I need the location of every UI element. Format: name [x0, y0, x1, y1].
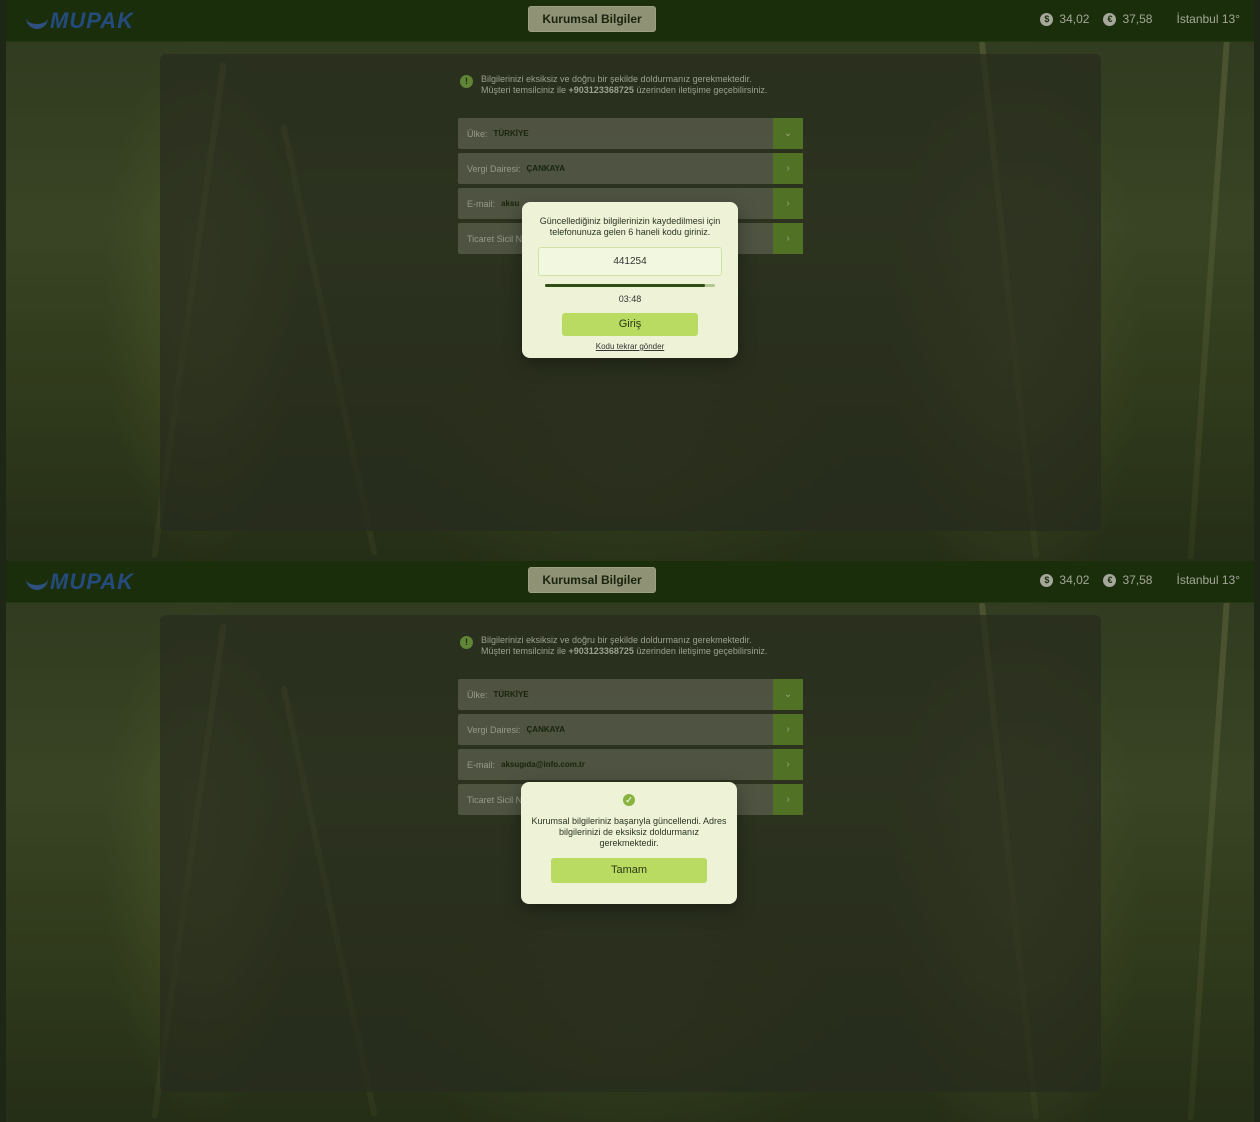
check-circle-icon: ✓: [623, 794, 635, 806]
countdown-progress-fill: [545, 284, 705, 287]
screen-update-success: MUPAK Kurumsal Bilgiler $ 34,02 € 37,58 …: [6, 561, 1254, 1122]
otp-code-input[interactable]: 441254: [538, 247, 722, 276]
submit-code-button[interactable]: Giriş: [562, 313, 698, 336]
success-message: Kurumsal bilgileriniz başarıyla güncelle…: [531, 816, 727, 848]
ok-button[interactable]: Tamam: [551, 858, 707, 883]
resend-code-link[interactable]: Kodu tekrar gönder: [596, 342, 665, 351]
otp-message: Güncellediğiniz bilgilerinizin kaydedilm…: [539, 216, 721, 237]
countdown-progress: [545, 284, 715, 287]
screen-otp-verification: MUPAK Kurumsal Bilgiler $ 34,02 € 37,58 …: [6, 0, 1254, 561]
otp-modal: Güncellediğiniz bilgilerinizin kaydedilm…: [522, 202, 738, 358]
success-modal: ✓ Kurumsal bilgileriniz başarıyla güncel…: [521, 782, 737, 904]
countdown-timer: 03:48: [618, 294, 642, 304]
